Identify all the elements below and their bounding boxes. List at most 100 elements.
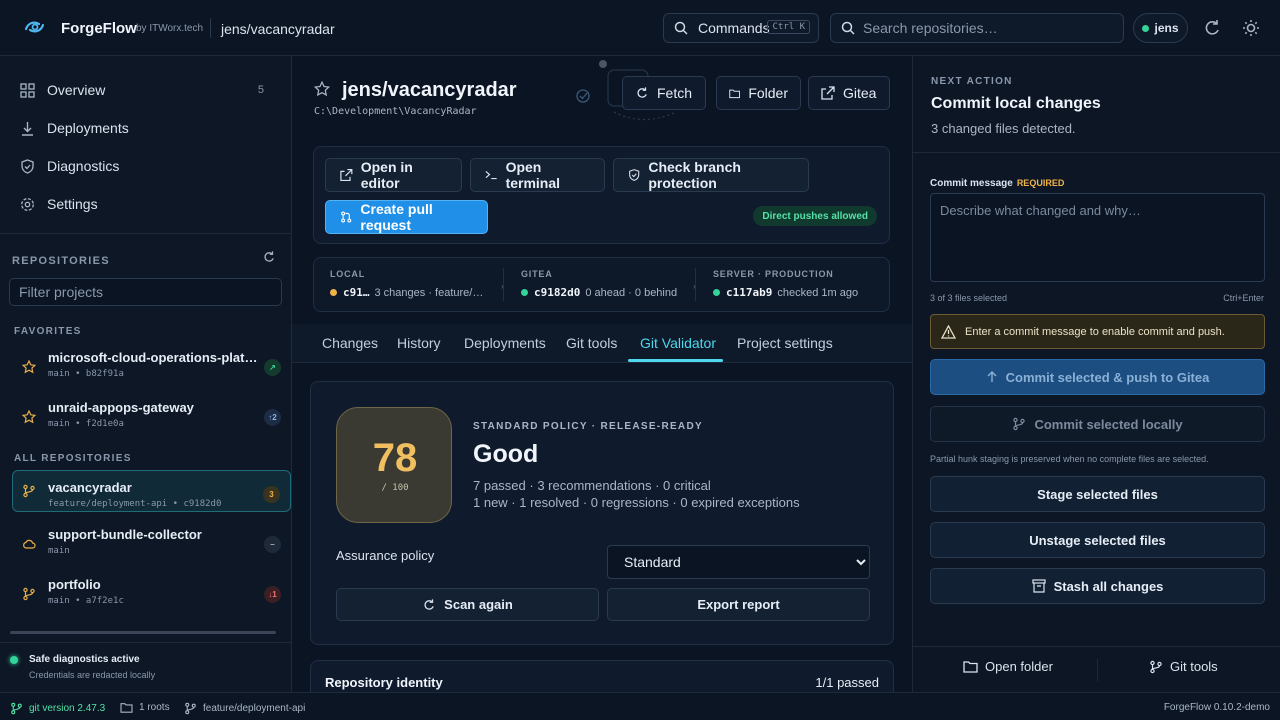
refresh-icon: [637, 87, 647, 98]
status-detail: 0 ahead · 0 behind: [585, 287, 678, 299]
repo-badge: 3: [263, 486, 280, 503]
repo-item-favorite[interactable]: unraid-appops-gateway main • f2d1e0a ↑2: [12, 396, 291, 438]
tab-changes[interactable]: Changes: [322, 335, 378, 351]
commit-push-button[interactable]: Commit selected & push to Gitea: [930, 359, 1265, 395]
commit-message-field[interactable]: [930, 193, 1265, 282]
commit-shortcut: Ctrl+Enter: [1223, 293, 1264, 303]
star-icon: [22, 360, 36, 374]
grid-icon: [20, 82, 35, 98]
assurance-policy-select[interactable]: Standard: [607, 545, 870, 579]
assurance-label: Assurance policy: [336, 548, 435, 563]
search-icon: [841, 21, 855, 35]
archive-icon: [1031, 579, 1046, 593]
repo-meta: main • a7f2e1c: [48, 596, 124, 606]
sidebar-scrollbar[interactable]: [10, 631, 276, 634]
commands-button[interactable]: Commands Ctrl K: [663, 13, 819, 43]
direct-push-badge: Direct pushes allowed: [753, 206, 877, 226]
branch-icon: [185, 702, 196, 715]
open-terminal-button[interactable]: Open terminal: [470, 158, 605, 192]
nav-deployments[interactable]: Deployments: [20, 116, 272, 140]
sync-status: LOCAL c91… 3 changes · feature/… › GITEA …: [313, 257, 890, 312]
commands-shortcut: Ctrl K: [767, 20, 810, 34]
status-local: LOCAL c91… 3 changes · feature/…: [314, 258, 504, 311]
unstage-selected-button[interactable]: Unstage selected files: [930, 522, 1265, 558]
status-detail: checked 1m ago: [777, 287, 859, 299]
required-tag: REQUIRED: [1016, 178, 1065, 188]
button-label: Commit selected & push to Gitea: [1005, 369, 1210, 385]
tab-project-settings[interactable]: Project settings: [737, 335, 833, 351]
score-value: 78: [372, 436, 418, 480]
repo-meta: main • f2d1e0a: [48, 419, 124, 429]
warning-icon: [941, 324, 956, 339]
pull-request-icon: [341, 211, 352, 223]
open-in-editor-button[interactable]: Open in editor: [325, 158, 462, 192]
divider: [210, 18, 211, 38]
commit-locally-button[interactable]: Commit selected locally: [930, 406, 1265, 442]
repo-item-active[interactable]: vacancyradar feature/deployment-api • c9…: [12, 470, 291, 512]
status-gitea: GITEA c9182d0 0 ahead · 0 behind: [505, 258, 695, 311]
search-input[interactable]: [863, 20, 1103, 36]
user-menu[interactable]: jens: [1133, 13, 1188, 43]
gitea-button[interactable]: Gitea: [808, 76, 890, 110]
folder-button[interactable]: Folder: [716, 76, 801, 110]
repo-badge: –: [264, 536, 281, 553]
refresh-icon[interactable]: [1202, 18, 1222, 38]
button-label: Commit selected locally: [1034, 416, 1183, 432]
cloud-icon: [23, 539, 36, 549]
status-commit: c91…: [343, 286, 370, 299]
branch-icon: [1150, 660, 1162, 673]
status-dot: [10, 656, 18, 664]
tab-history[interactable]: History: [397, 335, 441, 351]
tab-deployments[interactable]: Deployments: [464, 335, 546, 351]
repo-item-favorite[interactable]: microsoft-cloud-operations-platf… main •…: [12, 346, 291, 388]
branch-icon: [11, 702, 22, 715]
top-bar: ForgeFlow by ITWorx.tech jens/vacancyrad…: [0, 0, 1280, 56]
repository-identity-card[interactable]: Repository identity 1/1 passed: [310, 660, 894, 692]
brand-by: by ITWorx.tech: [136, 23, 204, 34]
search-icon: [674, 21, 688, 35]
nav-overview[interactable]: Overview 5: [20, 78, 272, 102]
commit-label-text: Commit message: [930, 178, 1013, 189]
repo-item[interactable]: portfolio main • a7f2e1c ↓1: [12, 573, 291, 615]
status-server: SERVER · PRODUCTION c117ab9 checked 1m ag…: [696, 258, 890, 311]
divider: [0, 642, 291, 643]
branch-icon: [23, 587, 35, 601]
fetch-button[interactable]: Fetch: [622, 76, 706, 110]
nav-settings[interactable]: Settings: [20, 192, 272, 216]
star-icon[interactable]: [314, 81, 330, 97]
arrow-up-icon: [987, 371, 997, 382]
stage-selected-button[interactable]: Stage selected files: [930, 476, 1265, 512]
scan-again-button[interactable]: Scan again: [336, 588, 599, 621]
theme-icon[interactable]: [1241, 18, 1261, 38]
export-report-button[interactable]: Export report: [607, 588, 870, 621]
user-name: jens: [1154, 21, 1179, 35]
status-detail: 3 changes · feature/…: [374, 287, 484, 299]
identity-result: 1/1 passed: [815, 675, 879, 690]
refresh-icon: [424, 598, 434, 610]
nav-count: 5: [257, 84, 264, 96]
tab-git-validator[interactable]: Git Validator: [640, 335, 716, 351]
button-label: Stash all changes: [1053, 578, 1164, 594]
branch-text: feature/deployment-api: [203, 703, 306, 714]
app-version: ForgeFlow 0.10.2-demo: [1164, 702, 1270, 713]
git-tools-button[interactable]: Git tools: [1149, 659, 1218, 674]
breadcrumb[interactable]: jens/vacancyradar: [221, 21, 335, 37]
tab-git-tools[interactable]: Git tools: [566, 335, 617, 351]
status-label: LOCAL: [330, 269, 365, 279]
version-text: ForgeFlow 0.10.2-demo: [1163, 702, 1270, 713]
refresh-icon[interactable]: [262, 250, 276, 264]
check-branch-protection-button[interactable]: Check branch protection: [613, 158, 809, 192]
action-panel: Open in editor Open terminal Check branc…: [313, 146, 890, 244]
repo-item[interactable]: support-bundle-collector main –: [12, 523, 291, 565]
identity-label: Repository identity: [325, 675, 443, 690]
folder-icon: [120, 703, 133, 713]
nav-diagnostics[interactable]: Diagnostics: [20, 154, 272, 178]
repo-search[interactable]: [830, 13, 1124, 43]
repo-name: vacancyradar: [48, 480, 132, 495]
open-folder-button[interactable]: Open folder: [963, 659, 1053, 674]
gitea-label: Gitea: [843, 85, 877, 101]
filter-projects-input[interactable]: [9, 278, 282, 306]
page-title: jens/vacancyradar: [342, 79, 517, 101]
create-pull-request-button[interactable]: Create pull request: [325, 200, 488, 234]
stash-all-button[interactable]: Stash all changes: [930, 568, 1265, 604]
